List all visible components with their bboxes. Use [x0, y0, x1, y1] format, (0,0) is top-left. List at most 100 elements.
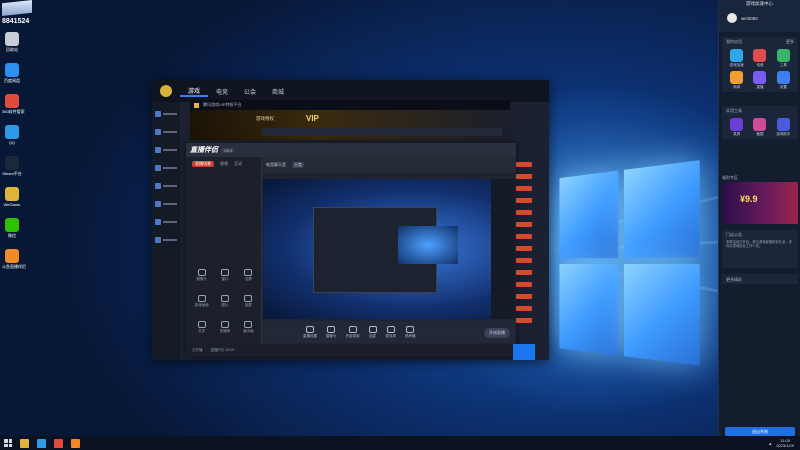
taskbar-app-icon[interactable] — [37, 439, 46, 448]
cloud-icon — [5, 63, 19, 77]
network-icon[interactable]: ▲ — [768, 441, 772, 446]
tab-games[interactable]: 游戏 — [180, 86, 208, 97]
source-tool[interactable]: 投屏 — [237, 295, 260, 309]
desktop-shortcut[interactable]: 微信 — [2, 218, 22, 238]
tab-interact[interactable]: 互动 — [234, 161, 242, 167]
broadcast-window[interactable]: 直播伴侣 V6.2 直播场景 视频 互动 摄像头 窗口 全屏 游戏画面 图片 投屏 文字 多媒… — [186, 143, 516, 356]
panel-app[interactable]: 录屏 — [725, 118, 748, 137]
promo-banner[interactable]: ¥9.9 — [722, 182, 798, 224]
sidebar-item[interactable] — [152, 198, 180, 210]
toolbar-button[interactable]: 直播设置 — [303, 326, 317, 339]
source-tool-icon — [221, 321, 229, 328]
sidebar-item[interactable] — [152, 144, 180, 156]
toolbar-button[interactable]: 摄像头 — [326, 326, 337, 339]
source-tool[interactable]: 画中画 — [237, 321, 260, 335]
live-status: 已开播 — [192, 348, 203, 353]
tab-esports[interactable]: 电竞 — [208, 87, 236, 96]
source-tool[interactable]: 窗口 — [213, 269, 236, 283]
source-tool-label: 画中画 — [243, 329, 254, 334]
game-platform-header: 游戏 电竞 公会 商城 — [152, 80, 549, 102]
source-tool[interactable]: 全屏 — [237, 269, 260, 283]
sidebar-item[interactable] — [152, 180, 180, 192]
sidebar-item[interactable] — [152, 216, 180, 228]
desktop-shortcut[interactable]: 斗鱼直播伴侣 — [2, 249, 22, 269]
source-tool-icon — [198, 295, 206, 302]
start-button[interactable] — [4, 439, 12, 447]
taskbar-app-icon[interactable] — [20, 439, 29, 448]
source-tool[interactable]: 文字 — [190, 321, 213, 335]
desktop-shortcut[interactable]: Steam平台 — [2, 156, 22, 176]
sidebar-item[interactable] — [152, 108, 180, 120]
panel-app-icon — [777, 71, 790, 84]
toolbar-label: 麦克风 — [386, 334, 397, 339]
start-live-button[interactable]: 开始直播 — [484, 328, 510, 338]
taskbar-app-icon[interactable] — [71, 439, 80, 448]
more-bar[interactable]: 更多精彩 — [722, 274, 798, 284]
shortcut-label: 微信 — [2, 233, 22, 238]
avatar[interactable] — [727, 13, 737, 23]
source-tool-label: 投屏 — [245, 303, 252, 308]
panel-app-label: 工具 — [780, 63, 787, 68]
right-panel-title: 游戏加速中心 — [719, 1, 800, 7]
vip-banner: 游戏特权 VIP — [190, 110, 510, 140]
shortcut-label: 斗鱼直播伴侣 — [2, 264, 22, 269]
desktop-shortcut[interactable]: WeGame — [2, 187, 22, 207]
source-tool[interactable]: 图片 — [213, 295, 236, 309]
panel-app[interactable]: 商城 — [725, 71, 748, 90]
source-tool-label: 全屏 — [245, 277, 252, 282]
more-link[interactable]: 更多 — [786, 39, 794, 45]
toolbar-button[interactable]: 开始录制 — [346, 326, 360, 339]
sidebar-item[interactable] — [152, 162, 180, 174]
tab-guild[interactable]: 公会 — [236, 87, 264, 96]
desktop-shortcut[interactable]: 360软件管家 — [2, 94, 22, 114]
source-tool[interactable]: 摄像头 — [190, 269, 213, 283]
panel-app[interactable]: 游戏助手 — [772, 118, 795, 137]
platform-sidebar — [152, 102, 180, 360]
scene-panel: 直播场景 视频 互动 摄像头 窗口全屏游戏画面图片 投屏文字多媒体 画中画 — [186, 157, 262, 344]
toolbar-button[interactable]: 连麦 — [369, 326, 377, 339]
notice-text: 本周活动已开启，参与游戏赢取精彩礼品，详情请咨询前台工作人员。 — [726, 240, 794, 249]
source-tool[interactable]: 多媒体 — [213, 321, 236, 335]
source-tool-label: 图片 — [221, 303, 228, 308]
desktop-shortcut[interactable]: QQ — [2, 125, 22, 145]
panel-app-icon — [730, 49, 743, 62]
panel-app[interactable]: 设置 — [772, 71, 795, 90]
clock[interactable]: 11:00 2023/1/29 — [776, 438, 794, 448]
stream-preview[interactable] — [263, 179, 515, 319]
category-chip[interactable]: 分类 — [292, 162, 304, 168]
tab-video[interactable]: 视频 — [220, 161, 228, 167]
toolbar-button[interactable]: 扬声器 — [405, 326, 416, 339]
scene-tabs: 直播场景 视频 互动 — [186, 157, 261, 171]
shortcut-label: Steam平台 — [2, 171, 22, 176]
panel-app[interactable]: 截图 — [748, 118, 771, 137]
broadcast-status-bar: 已开播 直播时长 00:00 — [186, 344, 516, 356]
panel-app[interactable]: 直播 — [748, 71, 771, 90]
toolbar-label: 连麦 — [369, 334, 376, 339]
promo-heading: 福利专区 — [722, 175, 738, 181]
toolbar-icon — [369, 326, 377, 333]
vip-overlay-title: 腾讯游戏VIP特权平台 — [203, 102, 241, 108]
sidebar-item[interactable] — [152, 234, 180, 246]
panel-app[interactable]: 电竞 — [748, 49, 771, 68]
exit-button[interactable]: 退出系统 — [725, 427, 795, 436]
source-tool-icon — [244, 321, 252, 328]
vip-overlay-window[interactable]: 腾讯游戏VIP特权平台 游戏特权 VIP — [190, 100, 510, 140]
desktop-shortcut[interactable]: 百度网盘 — [2, 63, 22, 83]
platform-logo-icon — [160, 85, 172, 97]
panel-app-label: 录屏 — [733, 132, 740, 137]
room-info-bar: 电竞聊天室 分类 — [262, 157, 516, 173]
shortcut-label: QQ — [2, 140, 22, 145]
source-tool[interactable]: 游戏画面 — [190, 295, 213, 309]
panel-app[interactable]: 工具 — [772, 49, 795, 68]
toolbar-button[interactable]: 麦克风 — [386, 326, 397, 339]
sidebar-item[interactable] — [152, 126, 180, 138]
desktop-shortcut[interactable]: 回收站 — [2, 32, 22, 52]
panel-app[interactable]: 游戏加速 — [725, 49, 748, 68]
tab-shop[interactable]: 商城 — [264, 87, 292, 96]
source-tool-label: 多媒体 — [220, 329, 231, 334]
taskbar-app-icon[interactable] — [54, 439, 63, 448]
vip-info-bar — [262, 128, 502, 136]
tab-scenes[interactable]: 直播场景 — [192, 161, 214, 167]
broadcast-toolbar: 直播设置摄像头 开始录制连麦 麦克风 扬声器 — [263, 321, 516, 343]
toolbar-label: 摄像头 — [326, 334, 337, 339]
